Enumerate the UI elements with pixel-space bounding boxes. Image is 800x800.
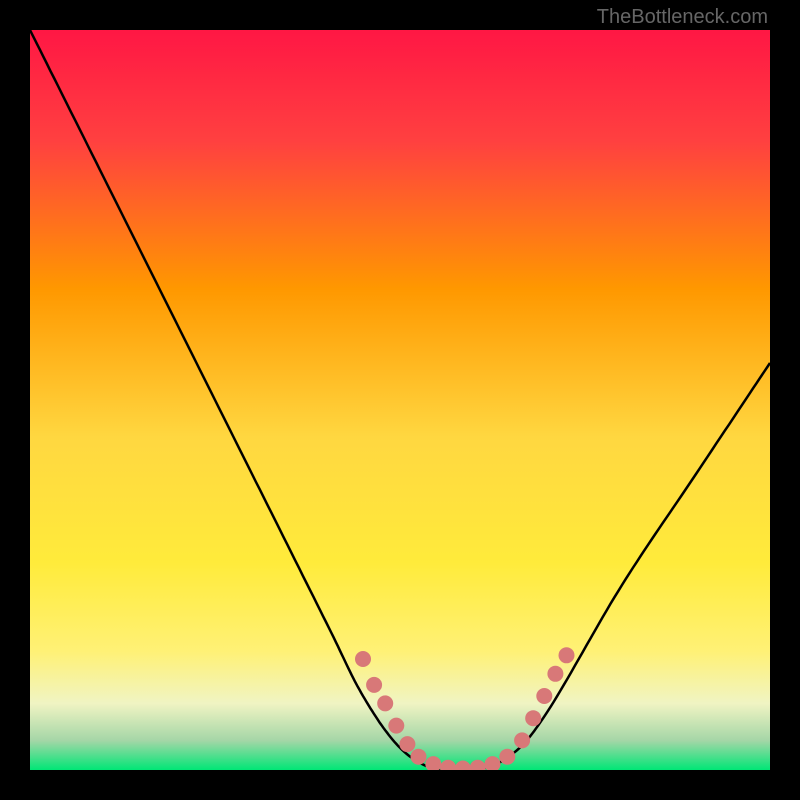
curve-marker — [499, 749, 515, 765]
watermark-text: TheBottleneck.com — [597, 6, 768, 29]
curve-marker — [355, 651, 371, 667]
chart-area — [30, 30, 770, 770]
curve-marker — [377, 695, 393, 711]
curve-marker — [525, 710, 541, 726]
curve-marker — [399, 736, 415, 752]
bottleneck-chart — [30, 30, 770, 770]
curve-marker — [366, 677, 382, 693]
curve-marker — [388, 718, 404, 734]
chart-background — [30, 30, 770, 770]
curve-marker — [547, 666, 563, 682]
curve-marker — [559, 647, 575, 663]
curve-marker — [514, 732, 530, 748]
curve-marker — [411, 749, 427, 765]
curve-marker — [536, 688, 552, 704]
